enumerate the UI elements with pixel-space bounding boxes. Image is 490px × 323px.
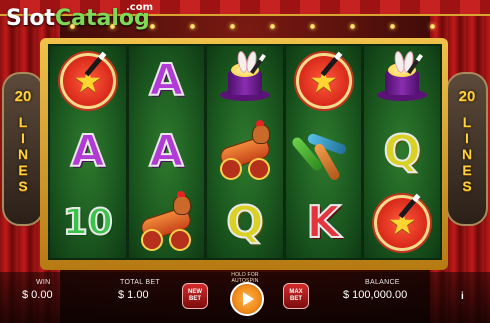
letter-q-symbol: Q xyxy=(225,196,264,248)
game-stage: SlotCatalog .com 20 L I N E S 20 L I N E… xyxy=(0,0,490,323)
marquee-bulb xyxy=(190,24,195,29)
chicken-comb xyxy=(255,119,264,126)
lines-letter: L xyxy=(462,114,472,130)
lines-count-right: 20 xyxy=(458,88,476,105)
lines-indicator-left: 20 L I N E S xyxy=(2,72,44,226)
marquee-bulb xyxy=(110,24,115,29)
lines-letter: L xyxy=(18,114,28,130)
lines-letter: N xyxy=(17,146,29,162)
letter-k-symbol: K xyxy=(306,196,342,248)
marquee-bulb xyxy=(390,24,395,29)
cannon-chicken-symbol-icon xyxy=(133,190,199,251)
cannon-wheel xyxy=(141,228,164,251)
cannon-wheel xyxy=(169,228,192,251)
reel-cell: 10 xyxy=(50,187,126,258)
letter-q-symbol: Q xyxy=(382,125,421,177)
reel-cell: ★ xyxy=(50,46,126,117)
lines-letter: S xyxy=(18,178,28,194)
logo-part-1: Slot xyxy=(6,6,56,31)
lines-letter: E xyxy=(18,162,28,178)
marquee-bulb xyxy=(70,24,75,29)
info-button[interactable]: i xyxy=(461,291,464,302)
new-bet-button[interactable]: NEW BET xyxy=(182,283,208,309)
cannon-chicken-symbol-icon xyxy=(212,119,278,180)
star-symbol-icon: ★ xyxy=(59,51,116,110)
spin-button[interactable] xyxy=(230,282,264,316)
reel-cell: Q xyxy=(364,117,440,188)
reel-cell xyxy=(129,187,205,258)
marquee-bulb xyxy=(430,24,435,29)
lines-indicator-right: 20 L I N E S xyxy=(446,72,488,226)
logo-suffix: .com xyxy=(126,2,154,13)
chicken-icon xyxy=(251,123,270,144)
reel-2: AA xyxy=(128,46,205,258)
reel-5: Q ★ xyxy=(364,46,440,258)
cannon-wheel xyxy=(247,157,270,180)
reel-cell: Q xyxy=(207,187,283,258)
lines-word-right: L I N E S xyxy=(448,114,486,194)
star-icon: ★ xyxy=(309,63,338,100)
marquee-bulb xyxy=(350,24,355,29)
win-label: WIN xyxy=(36,279,51,286)
letter-a-symbol: A xyxy=(70,125,106,177)
reel-cell xyxy=(286,117,362,188)
lines-letter: S xyxy=(462,178,472,194)
total-bet-label: TOTAL BET xyxy=(120,279,160,286)
reel-grid: ★ A 10 A A Q ★ K Q ★ xyxy=(48,44,442,260)
total-bet-value: $ 1.00 xyxy=(118,289,149,301)
chicken-comb xyxy=(177,190,186,197)
reel-cell: ★ xyxy=(364,187,440,258)
reel-3: Q xyxy=(207,46,283,258)
win-value: $ 0.00 xyxy=(22,289,53,301)
reel-cell: A xyxy=(50,117,126,188)
play-icon xyxy=(243,292,254,306)
lines-letter: I xyxy=(21,130,25,146)
lines-letter: I xyxy=(465,130,469,146)
chicken-icon xyxy=(173,194,192,215)
reel-cell: K xyxy=(286,187,362,258)
cannon-wheel xyxy=(219,157,242,180)
letter-10-symbol: 10 xyxy=(62,201,114,244)
juggling-pins-symbol-icon xyxy=(289,120,356,184)
marquee-bulb xyxy=(310,24,315,29)
star-symbol-icon: ★ xyxy=(295,51,352,110)
magic-hat-symbol-icon xyxy=(375,50,429,109)
max-bet-button[interactable]: MAX BET xyxy=(283,283,309,309)
lines-word-left: L I N E S xyxy=(4,114,42,194)
letter-a-symbol: A xyxy=(148,55,184,107)
marquee-bulb xyxy=(270,24,275,29)
reel-cell xyxy=(207,117,283,188)
marquee-bulb xyxy=(230,24,235,29)
reel-1: ★ A 10 xyxy=(50,46,126,258)
letter-a-symbol: A xyxy=(148,125,184,177)
lines-letter: N xyxy=(461,146,473,162)
star-symbol-icon: ★ xyxy=(374,193,431,251)
reel-cell: A xyxy=(129,46,205,117)
reel-cell xyxy=(364,46,440,117)
lines-letter: E xyxy=(462,162,472,178)
balance-value: $ 100,000.00 xyxy=(343,289,408,301)
star-icon: ★ xyxy=(387,204,417,241)
reel-4: ★ K xyxy=(285,46,362,258)
star-icon: ★ xyxy=(73,63,103,100)
marquee-bulb xyxy=(150,24,155,29)
lines-count-left: 20 xyxy=(14,88,32,105)
reel-cell: ★ xyxy=(286,46,362,117)
site-logo: SlotCatalog .com xyxy=(6,2,153,31)
magic-hat-symbol-icon xyxy=(218,50,272,109)
balance-label: BALANCE xyxy=(365,279,400,286)
reel-cell xyxy=(207,46,283,117)
reel-cell: A xyxy=(129,117,205,188)
